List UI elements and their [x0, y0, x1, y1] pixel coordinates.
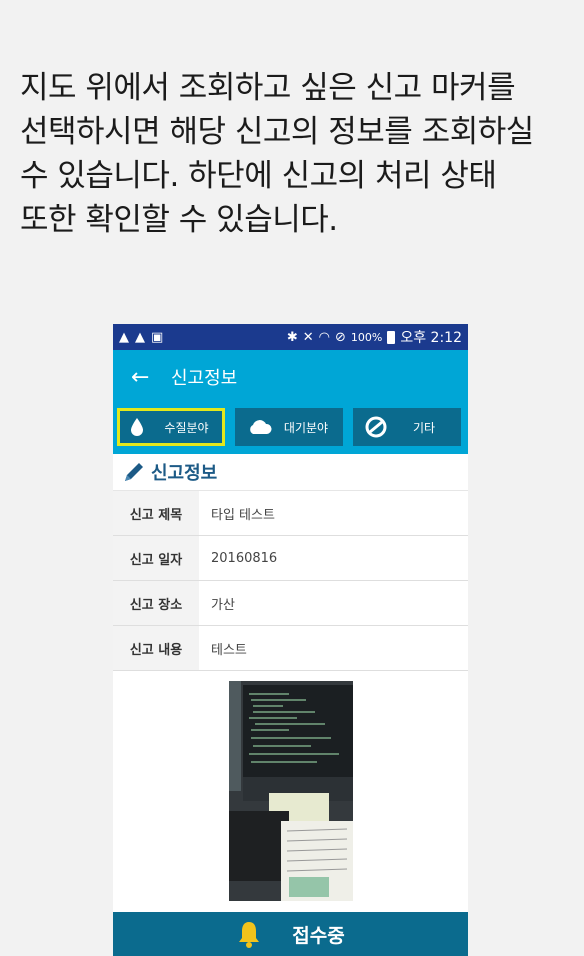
do-not-disturb-icon: ⊘	[334, 329, 346, 345]
row-value: 테스트	[211, 642, 247, 658]
category-tabs: 수질분야 대기분야 기타	[113, 404, 468, 454]
page-title: 신고정보	[171, 368, 238, 389]
tab-label: 대기분야	[283, 420, 329, 435]
instruction-text: 지도 위에서 조회하고 싶은 신고 마커를 선택하시면 해당 신고의 정보를 조…	[20, 66, 568, 242]
row-value: 가산	[211, 597, 235, 613]
app-bar: ← 신고정보	[113, 350, 468, 404]
section-header: 신고정보	[113, 454, 468, 491]
report-location-row: 신고 장소 가산	[113, 581, 468, 626]
instruction-line: 선택하시면 해당 신고의 정보를 조회하실	[20, 114, 534, 150]
tab-label: 기타	[412, 420, 436, 435]
no-entry-icon	[365, 416, 395, 438]
warning-icon: ▲	[135, 329, 145, 345]
row-label: 신고 일자	[113, 536, 199, 580]
bluetooth-icon: ✱	[286, 329, 298, 345]
warning-icon: ▲	[119, 329, 129, 345]
tab-water[interactable]: 수질분야	[117, 408, 225, 446]
report-photo-image	[229, 681, 353, 901]
image-icon: ▣	[151, 329, 164, 345]
mute-icon: ✕	[302, 329, 314, 345]
back-arrow-icon[interactable]: ←	[131, 365, 171, 390]
clock: 오후 2:12	[400, 330, 462, 346]
instruction-line: 또한 확인할 수 있습니다.	[20, 202, 338, 238]
status-text: 접수중	[292, 924, 345, 947]
instruction-line: 수 있습니다. 하단에 신고의 처리 상태	[20, 158, 497, 194]
report-date-row: 신고 일자 20160816	[113, 536, 468, 581]
row-label: 신고 제목	[113, 491, 199, 535]
tab-label: 수질분야	[164, 420, 209, 435]
tab-air[interactable]: 대기분야	[235, 408, 343, 446]
row-value: 타입 테스트	[211, 507, 275, 523]
row-value: 20160816	[211, 550, 278, 566]
report-content-row: 신고 내용 테스트	[113, 626, 468, 671]
tab-other[interactable]: 기타	[353, 408, 461, 446]
water-drop-icon	[129, 417, 159, 437]
battery-icon	[387, 330, 396, 344]
pencil-icon	[125, 463, 143, 481]
row-label: 신고 내용	[113, 626, 199, 670]
wifi-icon: ◠	[318, 329, 330, 345]
battery-percent: 100%	[350, 330, 383, 344]
report-title-row: 신고 제목 타입 테스트	[113, 491, 468, 536]
row-label: 신고 장소	[113, 581, 199, 625]
bell-icon	[239, 922, 260, 948]
processing-status-bar: 접수중	[113, 912, 468, 956]
status-bar: ▲ ▲ ▣ ✱ ✕ ◠ ⊘ 100% 오후 2:12	[113, 324, 468, 350]
report-photo[interactable]	[229, 681, 353, 901]
phone-screen: ▲ ▲ ▣ ✱ ✕ ◠ ⊘ 100% 오후 2:12 ← 신고정보 수질분야 대…	[113, 324, 468, 956]
section-title: 신고정보	[151, 463, 218, 484]
instruction-line: 지도 위에서 조회하고 싶은 신고 마커를	[20, 70, 516, 106]
cloud-icon	[247, 419, 277, 435]
